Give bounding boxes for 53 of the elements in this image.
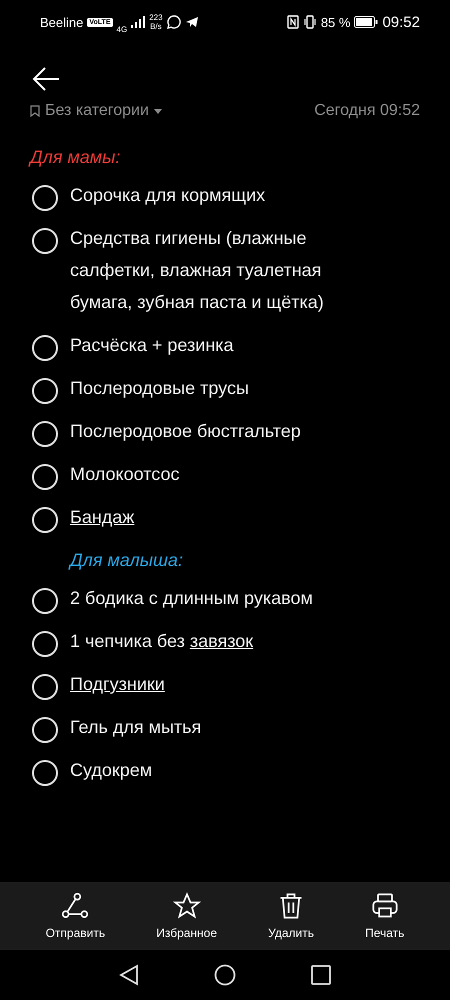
checkbox[interactable] <box>32 228 58 254</box>
item-text: Послеродовые трусы <box>70 377 249 400</box>
bookmark-icon <box>30 105 40 117</box>
battery-percent: 85 % <box>320 14 350 30</box>
link-text[interactable]: Бандаж <box>70 501 134 533</box>
toolbar-button[interactable]: Избранное <box>150 882 224 950</box>
paper-plane-icon <box>184 15 199 29</box>
back-arrow-icon <box>32 67 60 91</box>
printer-icon <box>370 892 399 920</box>
toolbar-button[interactable]: Отправить <box>40 882 112 950</box>
item-text: 1 чепчика без завязок <box>70 630 254 653</box>
checkbox[interactable] <box>32 464 58 490</box>
chat-bubble-icon <box>166 15 181 29</box>
checkbox[interactable] <box>32 421 58 447</box>
vibrate-icon <box>302 15 317 29</box>
category-label[interactable]: Без категории <box>45 102 149 120</box>
share-icon <box>61 892 90 920</box>
item-text: Гель для мытья <box>70 716 202 739</box>
clock-time: 09:52 <box>382 14 420 30</box>
dropdown-caret-icon <box>154 108 162 114</box>
checkbox[interactable] <box>32 674 58 700</box>
section-heading: Для мамы: <box>30 146 122 169</box>
back-triangle-icon <box>119 964 139 986</box>
battery-icon <box>354 16 378 28</box>
checkbox[interactable] <box>32 507 58 533</box>
item-text: Средства гигиены (влажные салфетки, влажная туалетная бумага, зубная паста и щётка) <box>70 227 325 314</box>
home-circle-icon <box>214 964 236 986</box>
link-text[interactable]: завязок <box>190 631 254 651</box>
item-text: Послеродовое бюстгальтер <box>70 420 301 443</box>
recents-square-icon <box>311 965 331 985</box>
network-speed: 223 B/s <box>149 13 163 31</box>
checkbox[interactable] <box>32 631 58 657</box>
item-text: 2 бодика с длинным рукавом <box>70 587 313 610</box>
signal-icon <box>131 16 146 28</box>
checkbox[interactable] <box>32 378 58 404</box>
item-text: Молокоотсос <box>70 463 180 486</box>
link-text[interactable]: Подгузники <box>70 668 165 700</box>
note-date: Сегодня 09:52 <box>314 102 420 120</box>
checkbox[interactable] <box>32 185 58 211</box>
section-heading: Для малыша: <box>67 548 184 572</box>
network-type: 4G <box>116 24 128 34</box>
checkbox[interactable] <box>32 760 58 786</box>
toolbar-button[interactable]: Печать <box>359 882 410 950</box>
checkbox[interactable] <box>32 335 58 361</box>
item-text: Сорочка для кормящих <box>70 184 266 207</box>
nfc-icon <box>286 15 299 29</box>
star-icon <box>172 892 201 920</box>
checkbox[interactable] <box>32 717 58 743</box>
carrier-name: Beeline <box>40 14 84 30</box>
item-text: Судокрем <box>70 759 152 782</box>
checkbox[interactable] <box>32 588 58 614</box>
item-text: Расчёска + резинка <box>70 334 234 357</box>
toolbar-button[interactable]: Удалить <box>262 882 320 950</box>
